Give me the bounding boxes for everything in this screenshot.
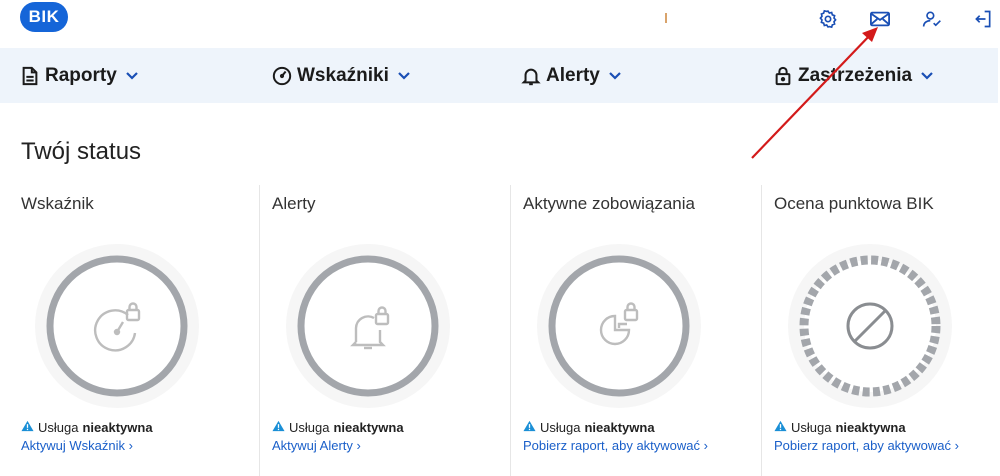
status-line: Usługa nieaktywna [523, 420, 655, 435]
card-title: Alerty [272, 194, 316, 213]
nav-label-raporty: Raporty [45, 64, 117, 86]
warning-icon [272, 420, 285, 435]
nav-label-zastrzezenia: Zastrzeżenia [798, 64, 913, 86]
warning-icon [523, 420, 536, 435]
download-report-link[interactable]: Pobierz raport, aby aktywować › [523, 438, 708, 453]
download-report-link[interactable]: Pobierz raport, aby aktywować › [774, 438, 959, 453]
status-card-ocena-punktowa: Ocena punktowa BIK Usługa nieaktywna Pob… [761, 185, 1000, 476]
chevron-down-icon [917, 66, 937, 86]
gauge-icon [272, 66, 292, 86]
bell-icon [521, 66, 541, 86]
nav-item-alerty[interactable]: Alerty [521, 48, 625, 103]
bik-logo[interactable]: BIK [20, 2, 68, 32]
document-icon [20, 66, 40, 86]
warning-icon [774, 420, 787, 435]
status-circle [786, 242, 954, 410]
page-title: Twój status [21, 138, 142, 165]
status-prefix: Usługa [791, 420, 832, 435]
header-marker [665, 13, 667, 23]
card-title: Wskaźnik [21, 194, 94, 213]
status-prefix: Usługa [540, 420, 581, 435]
status-prefix: Usługa [38, 420, 79, 435]
warning-icon [21, 420, 34, 435]
mail-icon[interactable] [868, 8, 892, 30]
status-value: nieaktywna [835, 420, 906, 435]
status-value: nieaktywna [82, 420, 153, 435]
main-navigation: Raporty Wskaźniki Alerty Zastrzeżenia [0, 48, 998, 103]
nav-label-alerty: Alerty [546, 64, 600, 86]
activate-link[interactable]: Aktywuj Alerty › [272, 438, 361, 453]
nav-item-zastrzezenia[interactable]: Zastrzeżenia [773, 48, 937, 103]
card-title: Aktywne zobowiązania [523, 194, 695, 213]
status-value: nieaktywna [333, 420, 404, 435]
status-card-alerty: Alerty Usługa nieaktywna Aktywuj Alerty … [259, 185, 509, 476]
activate-link[interactable]: Aktywuj Wskaźnik › [21, 438, 133, 453]
settings-icon[interactable] [816, 8, 840, 30]
status-line: Usługa nieaktywna [21, 420, 153, 435]
chevron-down-icon [394, 66, 414, 86]
user-icon[interactable] [920, 8, 944, 30]
status-prefix: Usługa [289, 420, 330, 435]
status-line: Usługa nieaktywna [774, 420, 906, 435]
nav-item-wskazniki[interactable]: Wskaźniki [272, 48, 414, 103]
status-circle [33, 242, 201, 410]
logout-icon[interactable] [971, 8, 995, 30]
nav-label-wskazniki: Wskaźniki [297, 64, 389, 86]
status-value: nieaktywna [584, 420, 655, 435]
chevron-down-icon [122, 66, 142, 86]
chevron-down-icon [605, 66, 625, 86]
card-title: Ocena punktowa BIK [774, 194, 934, 213]
status-card-aktywne-zobowiazania: Aktywne zobowiązania Usługa nieaktywna P… [510, 185, 760, 476]
status-circle [535, 242, 703, 410]
status-card-wskaznik: Wskaźnik Usługa nieaktywna Aktywuj Wskaź… [0, 185, 250, 476]
status-line: Usługa nieaktywna [272, 420, 404, 435]
lock-icon [773, 66, 793, 86]
top-bar: BIK [0, 0, 1000, 46]
nav-item-raporty[interactable]: Raporty [20, 48, 142, 103]
status-circle [284, 242, 452, 410]
